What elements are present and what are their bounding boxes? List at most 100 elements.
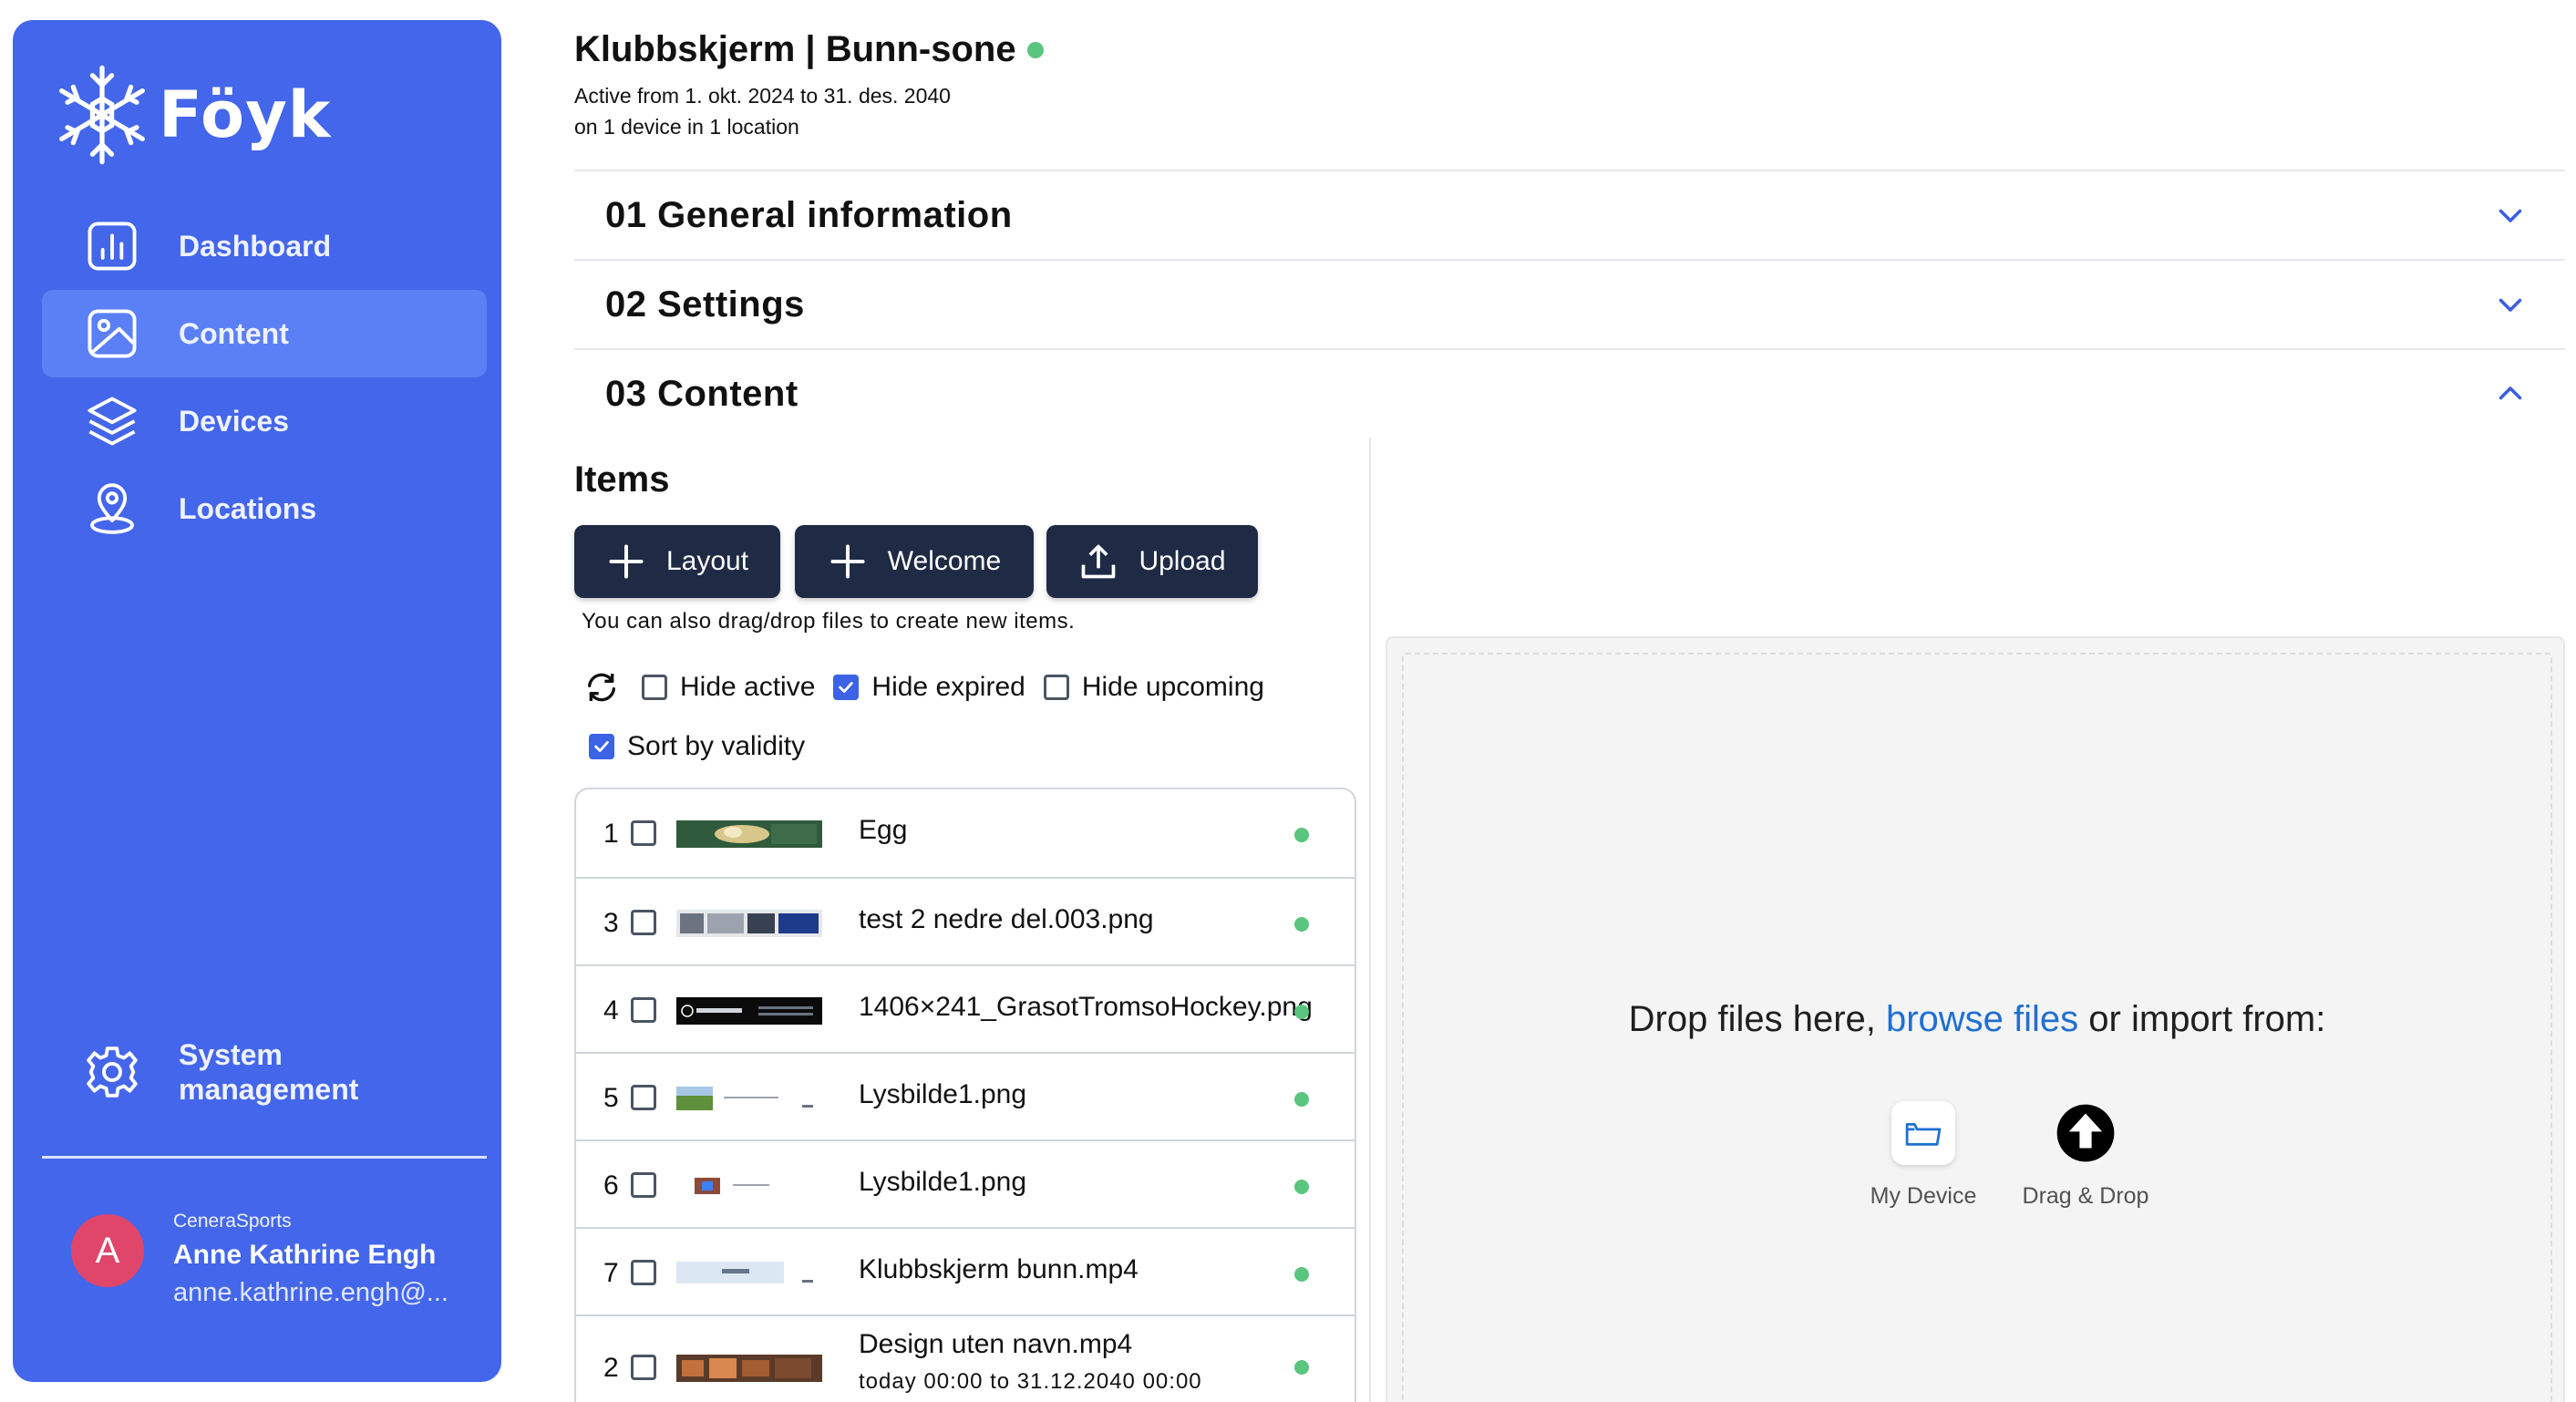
list-item[interactable]: 4 1406×241_GrasotTromsoHockey.png — [576, 964, 1355, 1052]
drag-drop-label: Drag & Drop — [2022, 1183, 2149, 1209]
folder-icon — [1891, 1101, 1955, 1165]
item-thumbnail — [676, 1085, 822, 1112]
items-list: 1 Egg 3 test 2 nedre del.003.png 4 1406×… — [574, 788, 1356, 1402]
upload-dropzone[interactable]: Drop files here, browse files or import … — [1386, 636, 2565, 1402]
item-number: 7 — [603, 1258, 619, 1288]
my-device-source[interactable]: My Device — [1860, 1101, 1987, 1210]
item-checkbox[interactable] — [631, 910, 656, 935]
item-thumbnail — [676, 1172, 822, 1200]
sidebar-item-devices[interactable]: Devices — [42, 377, 487, 465]
item-name: Design uten navn.mp4 — [859, 1329, 1133, 1359]
hide-expired-checkbox[interactable] — [833, 675, 860, 700]
refresh-icon[interactable] — [583, 669, 620, 706]
checkmark-icon — [839, 682, 854, 693]
sidebar-item-label: Content — [179, 316, 289, 350]
hide-upcoming-checkbox[interactable] — [1043, 675, 1069, 700]
image-icon — [82, 304, 142, 364]
section-label: 01 General information — [605, 194, 1013, 235]
item-name: Lysbilde1.png — [859, 1079, 1027, 1109]
item-validity-range: today 00:00 to 31.12.2040 00:00 — [859, 1369, 1202, 1394]
logo[interactable]: Föyk — [53, 62, 331, 168]
dropzone-prefix: Drop files here, — [1628, 999, 1886, 1039]
browse-files-link[interactable]: browse files — [1886, 999, 2078, 1039]
filter-row: Hide active Hide expired Hide upcoming — [583, 669, 1283, 706]
item-thumbnail — [676, 997, 822, 1025]
user-email: anne.kathrine.engh@... — [173, 1278, 448, 1307]
location-pin-icon — [82, 479, 142, 539]
user-profile[interactable]: A CeneraSports Anne Kathrine Engh anne.k… — [42, 1194, 487, 1340]
item-number: 3 — [603, 908, 619, 938]
item-thumbnail — [676, 820, 822, 848]
status-dot — [1294, 1180, 1309, 1194]
button-label: Upload — [1139, 546, 1226, 576]
sidebar-item-content[interactable]: Content — [42, 290, 487, 377]
item-checkbox[interactable] — [631, 1172, 656, 1198]
brand-name: Föyk — [159, 77, 332, 152]
item-thumbnail — [676, 910, 822, 937]
section-label: 03 Content — [605, 373, 799, 414]
button-label: Welcome — [887, 546, 1002, 576]
section-content[interactable]: 03 Content — [574, 348, 2565, 438]
hide-expired-label: Hide expired — [871, 672, 1025, 702]
item-name: Klubbskjerm bunn.mp4 — [859, 1254, 1139, 1284]
item-number: 2 — [603, 1353, 619, 1383]
sidebar-item-dashboard[interactable]: Dashboard — [42, 202, 487, 290]
list-item[interactable]: 2 Design uten navn.mp4 today 00:00 to 31… — [576, 1314, 1355, 1402]
section-settings[interactable]: 02 Settings — [574, 259, 2565, 348]
hide-active-checkbox[interactable] — [642, 675, 667, 700]
section-label: 02 Settings — [605, 283, 805, 325]
drag-drop-source[interactable]: Drag & Drop — [2013, 1101, 2159, 1210]
sidebar-item-label: Locations — [179, 491, 317, 525]
item-thumbnail — [676, 1355, 822, 1382]
hide-active-label: Hide active — [680, 672, 816, 702]
list-item[interactable]: 7 Klubbskjerm bunn.mp4 — [576, 1227, 1355, 1314]
item-number: 5 — [603, 1083, 619, 1113]
system-label-line1: System — [179, 1038, 283, 1071]
item-checkbox[interactable] — [631, 997, 656, 1023]
plus-icon — [830, 544, 865, 579]
chevron-down-icon — [2499, 298, 2522, 312]
my-device-label: My Device — [1870, 1183, 1977, 1209]
status-dot — [1026, 41, 1044, 58]
drag-drop-hint: You can also drag/drop files to create n… — [582, 609, 1076, 634]
sidebar-item-label: System management — [179, 1037, 358, 1107]
item-name: test 2 nedre del.003.png — [859, 904, 1154, 934]
chart-icon — [82, 216, 142, 276]
list-item[interactable]: 3 test 2 nedre del.003.png — [576, 877, 1355, 964]
item-name: Egg — [859, 815, 908, 845]
item-checkbox[interactable] — [631, 1085, 656, 1110]
sidebar-divider — [42, 1156, 487, 1159]
add-welcome-button[interactable]: Welcome — [795, 525, 1034, 598]
device-count: on 1 device in 1 location — [574, 115, 799, 139]
status-dot — [1294, 828, 1309, 842]
avatar: A — [71, 1214, 144, 1287]
item-checkbox[interactable] — [631, 1355, 656, 1380]
status-dot — [1294, 1267, 1309, 1282]
item-checkbox[interactable] — [631, 1260, 656, 1285]
active-range: Active from 1. okt. 2024 to 31. des. 204… — [574, 84, 951, 108]
item-name: Lysbilde1.png — [859, 1167, 1027, 1197]
plus-icon — [609, 544, 644, 579]
sidebar-item-label: Dashboard — [179, 229, 332, 263]
list-item[interactable]: 6 Lysbilde1.png — [576, 1139, 1355, 1227]
items-title: Items — [574, 459, 670, 500]
list-item[interactable]: 1 Egg — [576, 789, 1355, 877]
item-checkbox[interactable] — [631, 820, 656, 846]
item-number: 4 — [603, 995, 619, 1026]
upload-button[interactable]: Upload — [1046, 525, 1258, 598]
status-dot — [1294, 1005, 1309, 1019]
sidebar: Föyk Dashboard Content Devices Locations… — [13, 20, 501, 1382]
page-title: Klubbskjerm | Bunn-sone — [574, 29, 1044, 70]
sidebar-item-system-management[interactable]: System management — [42, 1026, 487, 1118]
sidebar-item-locations[interactable]: Locations — [42, 465, 487, 552]
status-dot — [1294, 1360, 1309, 1375]
snowflake-logo-icon — [59, 65, 145, 165]
add-layout-button[interactable]: Layout — [574, 525, 780, 598]
panel-divider — [1369, 438, 1371, 1402]
section-general-information[interactable]: 01 General information — [574, 170, 2565, 259]
sort-by-validity-checkbox[interactable] — [589, 734, 614, 759]
sidebar-item-label: Devices — [179, 404, 289, 438]
list-item[interactable]: 5 Lysbilde1.png — [576, 1052, 1355, 1139]
dropzone-suffix: or import from: — [2078, 999, 2326, 1039]
upload-arrow-icon — [2054, 1101, 2117, 1165]
